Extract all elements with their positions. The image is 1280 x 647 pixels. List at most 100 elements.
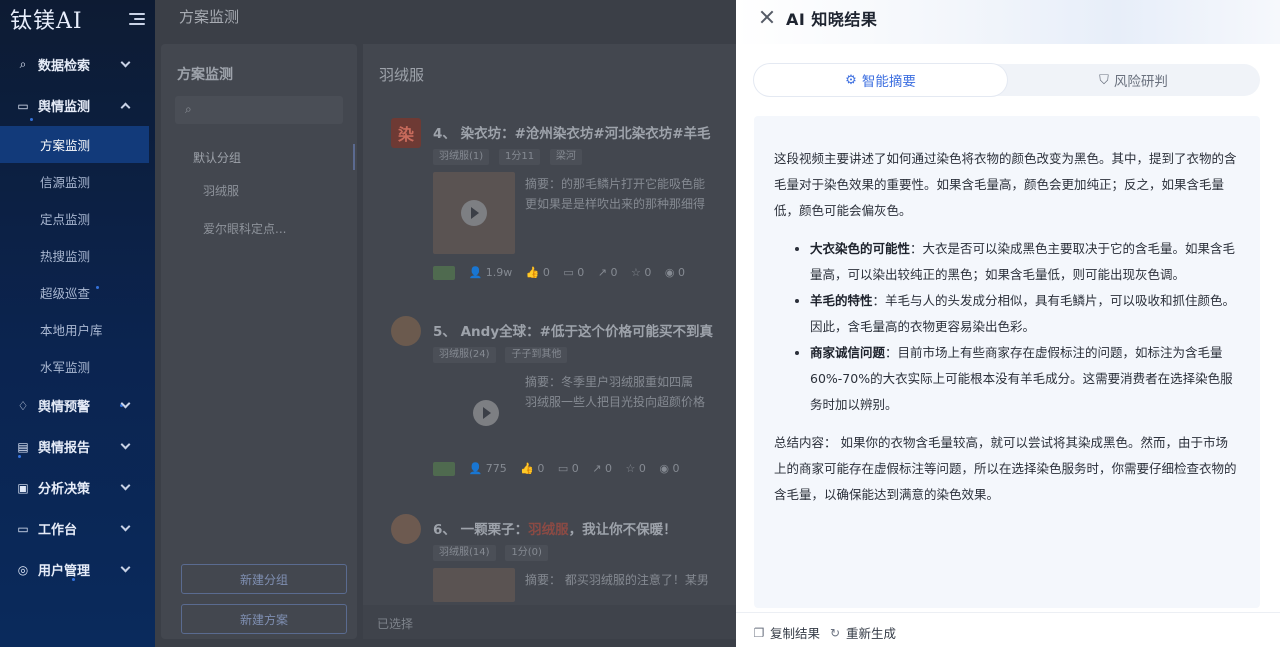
result-list-panel: 羽绒服 染 4、 染衣坊：#沧州染衣坊#河北染衣坊#羊毛 羽绒服(1) 1分11…: [363, 44, 736, 639]
tag: 1分(0): [505, 545, 548, 561]
comments-stat: ▭ 0: [563, 266, 585, 279]
sidebar-subitem-source-monitor[interactable]: 信源监测: [0, 163, 155, 200]
card-title[interactable]: 6、 一颗栗子：羽绒服，我让你不保暖！: [433, 518, 677, 538]
summary-line: 摘要：的那毛鳞片打开它能吸色能: [525, 177, 706, 191]
page-title: 方案监测: [179, 8, 240, 26]
card-title-text: #沧州染衣坊#河北染衣坊#羊毛: [514, 126, 711, 142]
card-author: 一颗栗子: [460, 522, 515, 538]
card-index: 5、: [433, 324, 456, 340]
likes-count: 0: [542, 266, 550, 279]
tab-label: 智能摘要: [861, 74, 916, 90]
summary-bullets: 大衣染色的可能性：大衣是否可以染成黑色主要取决于它的含毛量。如果含毛量高，可以染…: [792, 236, 1240, 418]
plan-list-panel: 方案监测 ⌕ 默认分组 羽绒服 爱尔眼科定点... 新建分组 新建方案: [161, 44, 357, 639]
plan-search-input[interactable]: ⌕: [175, 96, 343, 124]
tag: 羽绒服(14): [433, 545, 496, 561]
bell-icon: ♢: [17, 398, 29, 413]
result-card[interactable]: 6、 一颗栗子：羽绒服，我让你不保暖！ 羽绒服(14) 1分(0) 摘要： 都买…: [383, 514, 736, 614]
search-icon: ⌕: [185, 102, 192, 116]
summary-content: 这段视频主要讲述了如何通过染色将衣物的颜色改变为黑色。其中，提到了衣物的含毛量对…: [754, 116, 1260, 608]
play-icon[interactable]: [461, 200, 487, 226]
chevron-down-icon: [120, 398, 131, 409]
copy-result-button[interactable]: ❐ 复制结果: [752, 623, 820, 642]
bullet-text: ：羊毛与人的头发成分相似，具有毛鳞片，可以吸收和抓住颜色。因此，含毛量高的衣物更…: [810, 293, 1236, 334]
favorites-stat: ☆ 0: [625, 462, 646, 475]
sidebar-item-warning[interactable]: ♢ 舆情预警: [0, 385, 155, 426]
watch-stat: ◉ 0: [664, 266, 685, 279]
sidebar-subitem-fixed-monitor[interactable]: 定点监测: [0, 200, 155, 237]
chevron-down-icon: [120, 521, 131, 532]
sidebar-subitem-hot-search[interactable]: 热搜监测: [0, 237, 155, 274]
shares-stat: ↗ 0: [597, 266, 618, 279]
sidebar-item-workbench[interactable]: ▭ 工作台: [0, 508, 155, 549]
sidebar-item-label: 舆情预警: [38, 400, 91, 415]
sidebar-subitem-super-patrol[interactable]: 超级巡查: [0, 274, 155, 311]
app-logo: 钛镁AI: [10, 9, 83, 34]
drawer-title: AI 知晓结果: [786, 10, 878, 29]
regenerate-button[interactable]: ↻ 重新生成: [828, 623, 896, 642]
sidebar-item-user-management[interactable]: ◎ 用户管理: [0, 549, 155, 590]
author-avatar: [391, 514, 421, 544]
tab-label: 风险研判: [1113, 74, 1168, 90]
main-content-overlay: 方案监测 方案监测 ⌕ 默认分组 羽绒服 爱尔眼科定点... 新建分组 新建方案…: [155, 0, 736, 647]
sidebar-subitem-local-users[interactable]: 本地用户库: [0, 311, 155, 348]
result-card[interactable]: 5、 Andy全球：#低于这个价格可能买不到真 羽绒服(24) 子子到其他 摘要…: [383, 316, 736, 486]
sidebar-item-analysis[interactable]: ▣ 分析决策: [0, 467, 155, 508]
sidebar-subitem-troll-monitor[interactable]: 水军监测: [0, 348, 155, 385]
tab-smart-summary[interactable]: ⚙ 智能摘要: [754, 64, 1007, 96]
decor-dot: [96, 286, 99, 289]
card-title[interactable]: 4、 染衣坊：#沧州染衣坊#河北染衣坊#羊毛: [433, 122, 711, 142]
sidebar-item-label: 用户管理: [38, 564, 91, 579]
result-card[interactable]: 染 4、 染衣坊：#沧州染衣坊#河北染衣坊#羊毛 羽绒服(1) 1分11 梁河 …: [383, 118, 736, 288]
menu-collapse-icon[interactable]: [129, 13, 145, 25]
result-tabs: ⚙ 智能摘要 ⛉ 风险研判: [754, 64, 1260, 96]
user-icon: ◎: [17, 562, 29, 577]
new-plan-button[interactable]: 新建方案: [181, 604, 347, 634]
watch-stat: ◉ 0: [659, 462, 680, 475]
likes-count: 0: [537, 462, 545, 475]
card-stats: 👤 775 👍 0 ▭ 0 ↗ 0 ☆ 0 ◉ 0: [433, 462, 689, 478]
tag: 子子到其他: [505, 347, 568, 363]
likes-stat: 👍 0: [520, 462, 545, 475]
refresh-icon: ↻: [829, 625, 841, 640]
card-title[interactable]: 5、 Andy全球：#低于这个价格可能买不到真: [433, 320, 713, 340]
summary-line: 摘要：冬季里户羽绒服重如四属: [525, 375, 694, 389]
comments-stat: ▭ 0: [557, 462, 579, 475]
card-index: 6、: [433, 522, 456, 538]
bullet-item: 羊毛的特性：羊毛与人的头发成分相似，具有毛鳞片，可以吸收和抓住颜色。因此，含毛量…: [810, 288, 1240, 340]
sidebar-item-label: 工作台: [38, 523, 78, 538]
chevron-down-icon: [120, 57, 131, 68]
summary-conclusion: 总结内容： 如果你的衣物含毛量较高，就可以尝试将其染成黑色。然而，由于市场上的商…: [774, 435, 1237, 502]
views-count: 1.9w: [485, 266, 513, 279]
sidebar-subitem-plan-monitor[interactable]: 方案监测: [0, 126, 149, 163]
video-thumbnail[interactable]: [433, 568, 515, 602]
card-summary: 摘要： 都买羽绒服的注意了！某男: [525, 570, 709, 590]
video-thumbnail[interactable]: [433, 172, 515, 254]
workbench-icon: ▭: [17, 521, 29, 536]
chevron-up-icon: [120, 102, 131, 113]
list-footer: 已选择: [363, 605, 736, 639]
play-icon[interactable]: [473, 400, 499, 426]
sidebar-item-data-search[interactable]: ⌕ 数据检索: [0, 44, 155, 85]
bullet-item: 商家诚信问题：目前市场上有些商家存在虚假标注的问题，如标注为含毛量60%-70%…: [810, 340, 1240, 418]
sidebar-item-label: 舆情报告: [38, 441, 91, 456]
sidebar-item-report[interactable]: ▤ 舆情报告: [0, 426, 155, 467]
tag: 羽绒服(1): [433, 149, 490, 165]
tab-risk-analysis[interactable]: ⛉ 风险研判: [1007, 64, 1260, 96]
copy-icon: ❐: [753, 625, 765, 640]
watch-count: 0: [677, 266, 685, 279]
shares-count: 0: [610, 266, 618, 279]
chevron-down-icon: [120, 439, 131, 450]
result-panel-title: 羽绒服: [379, 66, 425, 84]
sentiment-badge: [433, 266, 455, 280]
plan-item[interactable]: 爱尔眼科定点...: [203, 220, 286, 237]
new-group-button[interactable]: 新建分组: [181, 564, 347, 594]
plan-group-default[interactable]: 默认分组: [175, 144, 355, 170]
plan-item[interactable]: 羽绒服: [203, 182, 239, 199]
sidebar-menu: ⌕ 数据检索 ▭ 舆情监测 方案监测 信源监测 定点监测 热搜监测 超级巡查 本…: [0, 44, 155, 590]
comments-count: 0: [577, 266, 585, 279]
sidebar-item-opinion-monitor[interactable]: ▭ 舆情监测: [0, 85, 155, 126]
report-icon: ▤: [17, 439, 29, 454]
sidebar-item-label: 数据检索: [38, 59, 91, 74]
close-icon[interactable]: [760, 10, 774, 24]
button-label: 重新生成: [846, 626, 897, 641]
